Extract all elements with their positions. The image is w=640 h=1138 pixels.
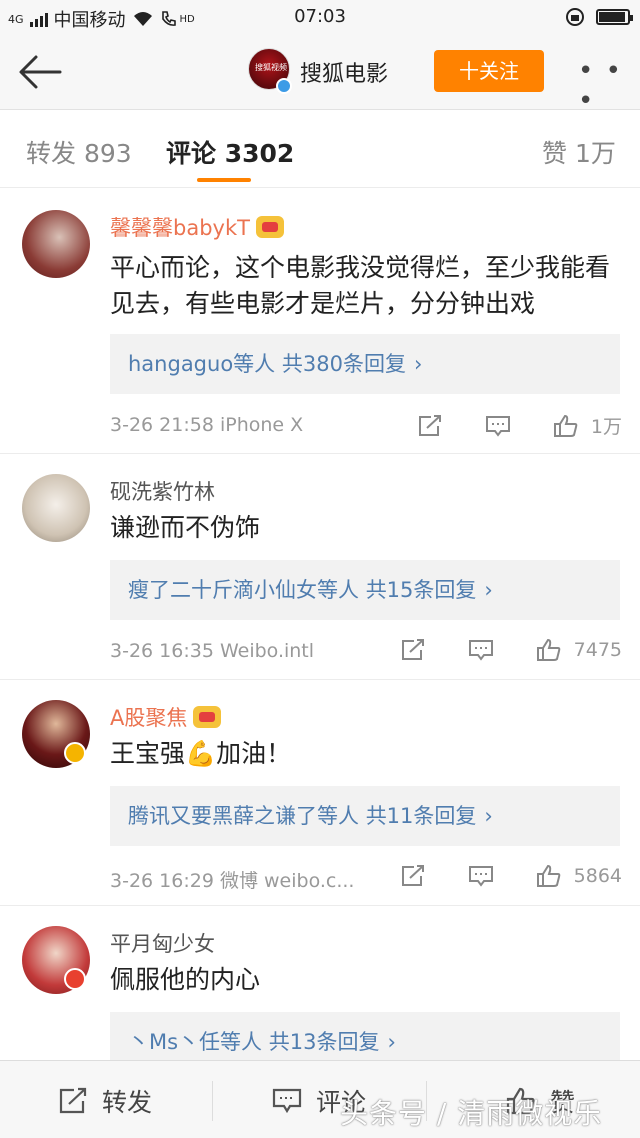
share-icon[interactable] [400, 638, 426, 662]
comment-time-source: 3-26 21:58 iPhone X [110, 414, 304, 436]
comment-item: A股聚焦 王宝强💪加油！ 腾讯又要黑薛之谦了等人 共11条回复 › 3-26 16… [0, 680, 640, 906]
share-icon[interactable] [400, 864, 426, 888]
comment-username[interactable]: 砚洗紫竹林 [110, 476, 215, 506]
reply-count: 共15条回复 [365, 578, 477, 602]
username-text: 砚洗紫竹林 [110, 480, 215, 504]
reply-users: hangaguo等人 [128, 352, 276, 376]
comment-username[interactable]: A股聚焦 [110, 702, 222, 732]
comment-text: 谦逊而不伪饰 [110, 513, 261, 542]
status-bar: 4G 中国移动 HD 07:03 [0, 0, 640, 34]
repost-icon [59, 1087, 87, 1114]
nav-header: 搜狐视频 搜狐电影 十关注 • • • [0, 34, 640, 116]
battery-icon [596, 9, 633, 25]
watermark: 头条号 / 清雨微视乐 [340, 1097, 603, 1130]
tab-likes[interactable]: 赞 1万 [542, 134, 616, 170]
username-text: A股聚焦 [110, 706, 188, 730]
avatar[interactable] [22, 474, 90, 542]
comment-icon[interactable] [468, 864, 494, 888]
comment-actions: 5864 [400, 864, 622, 888]
reply-count: 共380条回复 [281, 352, 406, 376]
comment-actions: 7475 [400, 638, 622, 662]
chevron-right-icon: › [484, 804, 493, 828]
reply-users: 腾讯又要黑薛之谦了等人 [128, 804, 359, 828]
like-icon[interactable] [536, 864, 562, 888]
comment-username[interactable]: 馨馨馨babykT [110, 212, 284, 242]
vip-crown-icon [255, 216, 284, 238]
vip-crown-icon [193, 706, 222, 728]
comment-item: 平月匈少女 佩服他的内心 丶Ms丶任等人 共13条回复 › [0, 906, 640, 1072]
channel-name[interactable]: 搜狐电影 [300, 56, 388, 88]
like-icon[interactable] [536, 638, 562, 662]
star-badge-icon [64, 968, 86, 990]
comment-username[interactable]: 平月匈少女 [110, 928, 215, 958]
comment-item: 砚洗紫竹林 谦逊而不伪饰 瘦了二十斤滴小仙女等人 共15条回复 › 3-26 16… [0, 454, 640, 680]
verified-badge-icon [276, 78, 292, 94]
status-time: 07:03 [294, 6, 346, 27]
like-icon[interactable] [553, 414, 579, 438]
reply-users: 瘦了二十斤滴小仙女等人 [128, 578, 359, 602]
verified-badge-icon [64, 742, 86, 764]
comment-text: 王宝强💪加油！ [110, 739, 292, 768]
reply-count: 共13条回复 [268, 1030, 380, 1054]
reply-summary[interactable]: 腾讯又要黑薛之谦了等人 共11条回复 › [110, 786, 620, 846]
avatar[interactable] [22, 210, 90, 278]
reply-users: 丶Ms丶任等人 [128, 1030, 263, 1054]
reply-summary[interactable]: hangaguo等人 共380条回复 › [110, 334, 620, 394]
username-text: 馨馨馨babykT [110, 216, 250, 240]
tab-bar: 转发 893 评论 3302 赞 1万 [0, 110, 640, 188]
comment-icon[interactable] [485, 414, 511, 438]
comment-text: 佩服他的内心 [110, 965, 261, 994]
channel-avatar-text: 搜狐视频 [255, 63, 287, 72]
chevron-right-icon: › [387, 1030, 396, 1054]
rotation-lock-icon [566, 8, 584, 26]
like-count: 7475 [573, 639, 622, 661]
repost-label: 转发 [102, 1088, 153, 1117]
chevron-right-icon: › [484, 578, 493, 602]
comment-bubble-icon [272, 1088, 302, 1114]
repost-button[interactable]: 转发 [58, 1083, 152, 1119]
tab-repost[interactable]: 转发 893 [26, 134, 132, 170]
reply-count: 共11条回复 [365, 804, 477, 828]
comment-text: 平心而论，这个电影我没觉得烂，至少我能看见去，有些电影才是烂片，分分钟出戏 [110, 253, 611, 318]
username-text: 平月匈少女 [110, 932, 215, 956]
more-options-icon[interactable]: • • • [578, 56, 640, 116]
comment-icon[interactable] [468, 638, 494, 662]
reply-summary[interactable]: 瘦了二十斤滴小仙女等人 共15条回复 › [110, 560, 620, 620]
divider [212, 1081, 213, 1121]
status-right [564, 6, 633, 28]
like-count: 5864 [573, 865, 622, 887]
follow-button[interactable]: 十关注 [434, 50, 544, 92]
comment-time-source: 3-26 16:35 Weibo.intl [110, 640, 315, 662]
comment-actions: 1万 [417, 412, 622, 439]
share-icon[interactable] [417, 414, 443, 438]
tab-comments[interactable]: 评论 3302 [166, 134, 294, 170]
comment-time-source: 3-26 16:29 微博 weibo.c... [110, 870, 355, 892]
like-count: 1万 [590, 416, 622, 438]
back-button[interactable] [16, 52, 64, 92]
comment-item: 馨馨馨babykT 平心而论，这个电影我没觉得烂，至少我能看见去，有些电影才是烂… [0, 188, 640, 454]
chevron-right-icon: › [413, 352, 423, 376]
back-arrow-icon [19, 55, 62, 89]
active-tab-indicator [197, 178, 251, 182]
